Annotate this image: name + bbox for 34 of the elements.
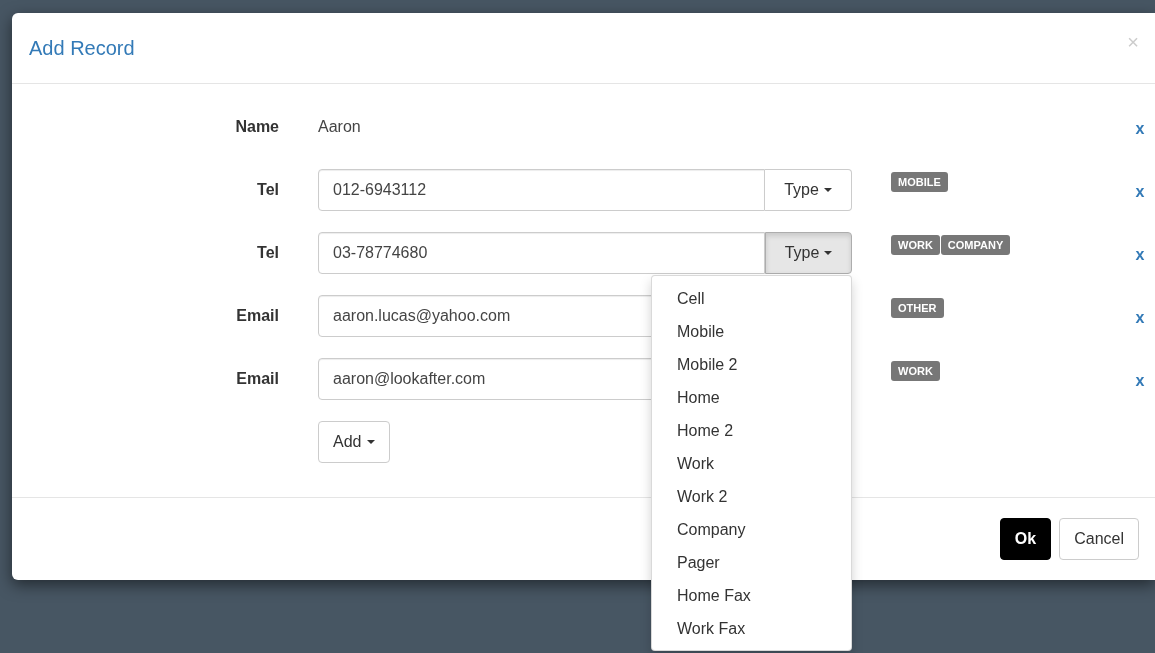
remove-link[interactable]: x: [1135, 246, 1145, 264]
menu-item[interactable]: Work: [652, 447, 851, 480]
menu-item[interactable]: Home 2: [652, 414, 851, 447]
tag-label: WORK: [891, 235, 940, 255]
menu-item[interactable]: Work Fax: [652, 612, 851, 645]
remove-link[interactable]: x: [1135, 183, 1145, 201]
menu-item[interactable]: Home Fax: [652, 579, 851, 612]
type-dropdown-button[interactable]: Type: [765, 169, 852, 211]
field-label: Email: [235, 370, 279, 388]
menu-item[interactable]: Company: [652, 513, 851, 546]
caret-icon: [367, 440, 376, 444]
tag-label: MOBILE: [891, 172, 948, 192]
field-label: Tel: [256, 181, 279, 199]
field-label: Tel: [256, 244, 279, 262]
remove-link[interactable]: x: [1135, 309, 1145, 327]
type-dropdown-button[interactable]: Type: [765, 232, 852, 274]
caret-icon: [824, 251, 833, 255]
tag-label: WORK: [891, 361, 940, 381]
input-field[interactable]: 012-6943112: [318, 169, 765, 211]
remove-link[interactable]: x: [1135, 372, 1145, 390]
cancel-button[interactable]: Cancel: [1059, 518, 1139, 560]
ok-button[interactable]: Ok: [999, 518, 1052, 560]
add-button[interactable]: Add: [318, 421, 391, 463]
field-value: Aaron: [318, 118, 362, 136]
tag-label: OTHER: [891, 298, 944, 318]
remove-link[interactable]: x: [1135, 120, 1145, 138]
dialog-title: Add Record: [29, 36, 135, 60]
menu-item[interactable]: Work 2: [652, 480, 851, 513]
field-label: Email: [235, 307, 279, 325]
tag-label: COMPANY: [940, 235, 1011, 255]
caret-icon: [823, 188, 832, 192]
menu-item[interactable]: Pager: [652, 546, 851, 579]
input-field[interactable]: 03-78774680: [318, 232, 765, 274]
field-label: Name: [234, 118, 279, 136]
